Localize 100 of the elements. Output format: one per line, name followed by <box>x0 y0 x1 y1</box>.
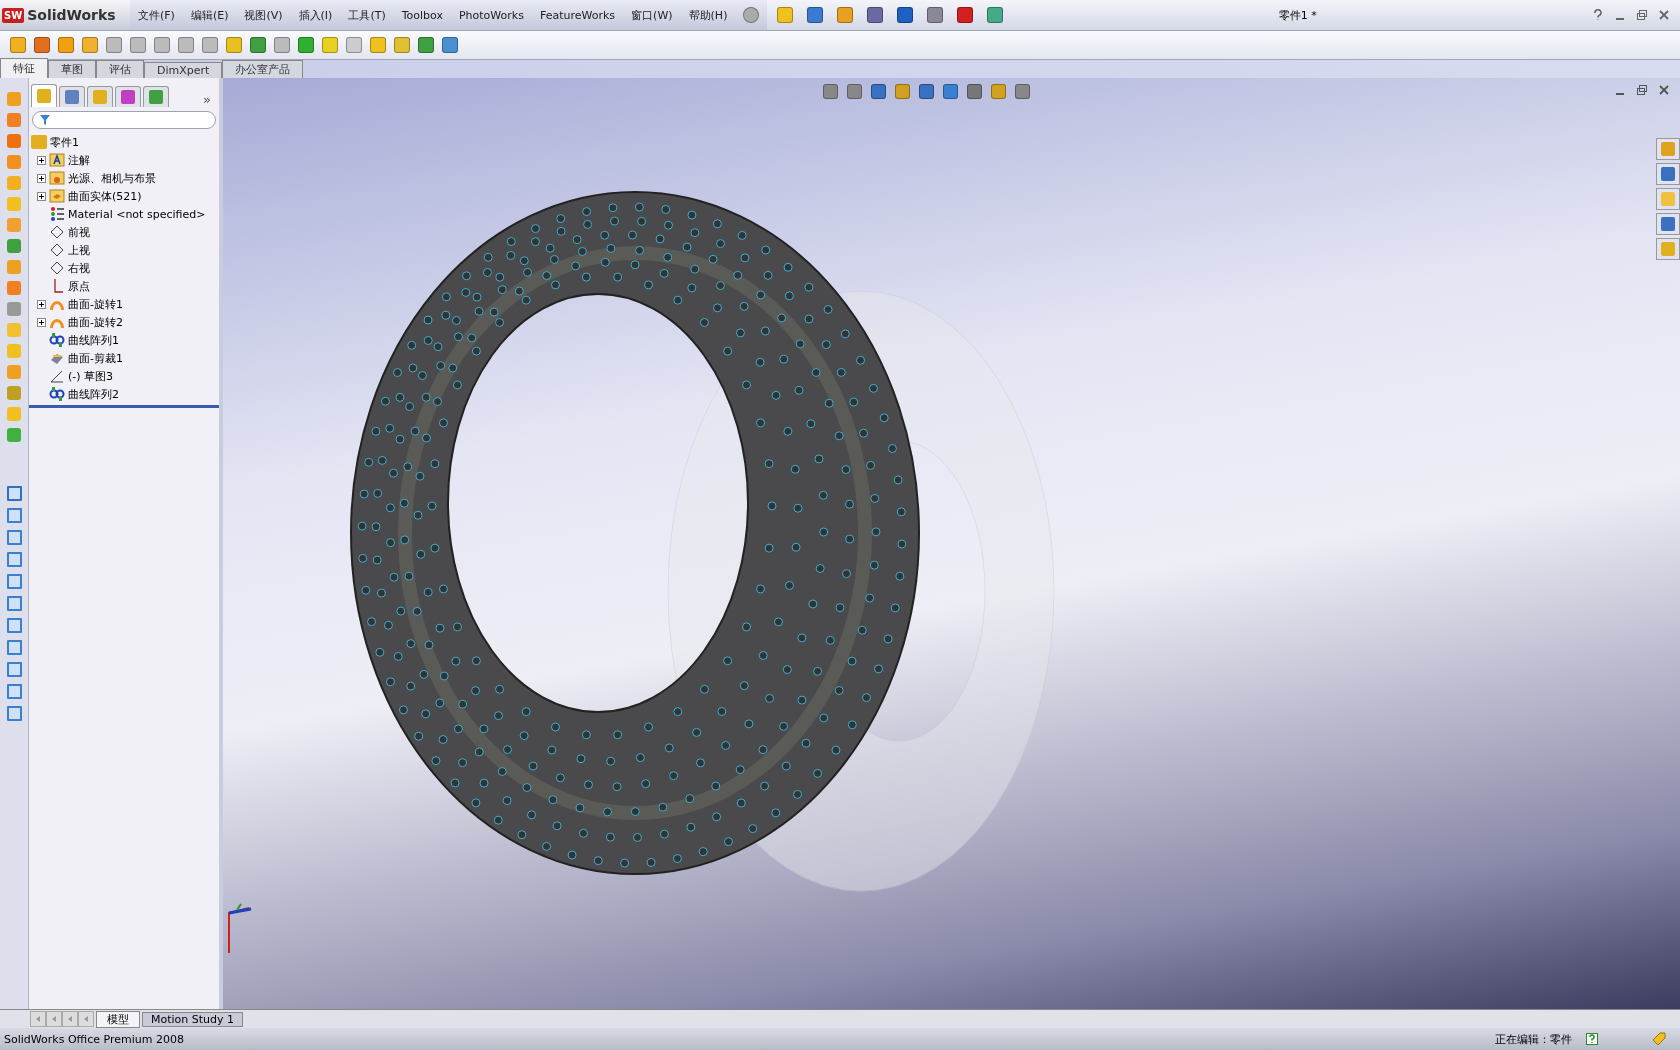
tree-item[interactable]: 上视 <box>68 242 90 258</box>
expand-toggle[interactable] <box>37 299 46 309</box>
tree-item[interactable]: 曲面-旋转1 <box>68 296 123 312</box>
model-tab[interactable]: Motion Study 1 <box>142 1011 244 1027</box>
tree-item[interactable]: 注解 <box>68 152 90 168</box>
cube-icon[interactable] <box>6 618 22 633</box>
restore-icon[interactable] <box>1636 9 1648 21</box>
toolbar-icon[interactable] <box>867 7 884 23</box>
cube-icon[interactable] <box>6 662 22 677</box>
expand-toggle[interactable] <box>37 173 46 183</box>
menu-item[interactable]: Toolbox <box>401 8 443 22</box>
task-pane-tab[interactable] <box>1656 138 1680 160</box>
cube-icon[interactable] <box>6 596 22 611</box>
cube-icon[interactable] <box>6 684 22 699</box>
tree-item[interactable]: 零件1 <box>50 134 79 150</box>
model-tab[interactable]: 模型 <box>96 1010 140 1028</box>
cube-icon[interactable] <box>6 486 22 501</box>
menu-item[interactable]: 帮助(H) <box>688 7 728 23</box>
tree-item[interactable]: 曲面-剪裁1 <box>68 350 123 366</box>
task-pane-tab[interactable] <box>1656 163 1680 185</box>
feature-tool-icon[interactable] <box>7 260 21 274</box>
tree-item[interactable]: 右视 <box>68 260 90 276</box>
view-tool-icon[interactable] <box>967 84 982 99</box>
toolbar-icon[interactable] <box>897 7 914 23</box>
command-tab[interactable]: 评估 <box>96 60 144 78</box>
task-pane-tab[interactable] <box>1656 188 1680 210</box>
cube-icon[interactable] <box>6 508 22 523</box>
toolbar-icon[interactable] <box>837 7 854 23</box>
command-tab[interactable]: 草图 <box>48 60 96 78</box>
menu-item[interactable]: 视图(V) <box>244 7 283 23</box>
view-tool-icon[interactable] <box>823 84 838 99</box>
command-tab[interactable]: DimXpert <box>144 62 223 78</box>
feature-tool-icon[interactable] <box>7 323 21 337</box>
tree-item[interactable]: Material <not specified> <box>68 207 206 221</box>
command-tab[interactable]: 特征 <box>0 58 48 78</box>
tree-item[interactable]: 前视 <box>68 224 90 240</box>
cube-icon[interactable] <box>6 706 22 721</box>
tree-item[interactable]: 曲线阵列2 <box>68 386 119 402</box>
toolbar-icon[interactable] <box>987 7 1004 23</box>
view-tool-icon[interactable] <box>943 84 958 99</box>
menu-item[interactable]: 文件(F) <box>138 7 175 23</box>
expand-button[interactable]: » <box>197 92 217 107</box>
feature-tool-icon[interactable] <box>7 239 21 253</box>
task-pane-tab[interactable] <box>1656 213 1680 235</box>
view-tool-icon[interactable] <box>919 84 934 99</box>
menu-item[interactable]: PhotoWorks <box>458 8 524 22</box>
feature-tool-icon[interactable] <box>7 407 21 421</box>
close-icon[interactable] <box>1658 9 1670 21</box>
pin-icon[interactable] <box>743 7 760 23</box>
help-icon[interactable] <box>1592 9 1604 21</box>
tag-icon[interactable] <box>1652 1032 1666 1046</box>
menu-item[interactable]: FeatureWorks <box>539 8 616 22</box>
expand-toggle[interactable] <box>37 155 46 165</box>
panel-tab[interactable] <box>59 86 85 107</box>
toolbar-icon[interactable] <box>957 7 974 23</box>
cube-icon[interactable] <box>6 574 22 589</box>
help-icon[interactable] <box>1586 1033 1598 1045</box>
feature-tool-icon[interactable] <box>7 176 21 190</box>
filter-field[interactable] <box>32 111 216 129</box>
view-tool-icon[interactable] <box>991 84 1006 99</box>
feature-tool-icon[interactable] <box>7 197 21 211</box>
expand-toggle[interactable] <box>37 191 46 201</box>
graphics-viewport[interactable] <box>223 78 1680 1009</box>
panel-tab[interactable] <box>143 86 169 107</box>
feature-tool-icon[interactable] <box>7 428 21 442</box>
task-pane-tab[interactable] <box>1656 238 1680 260</box>
close-icon[interactable] <box>1658 84 1670 96</box>
expand-toggle[interactable] <box>37 317 46 327</box>
tree-item[interactable]: 原点 <box>68 278 90 294</box>
view-tool-icon[interactable] <box>847 84 862 99</box>
toolbar-icon[interactable] <box>807 7 824 23</box>
panel-tab[interactable] <box>31 84 57 107</box>
feature-tool-icon[interactable] <box>7 386 21 400</box>
feature-tool-icon[interactable] <box>7 344 21 358</box>
feature-tool-icon[interactable] <box>7 92 21 106</box>
toolbar-icon[interactable] <box>927 7 944 23</box>
feature-tool-icon[interactable] <box>7 113 21 127</box>
view-tool-icon[interactable] <box>1015 84 1030 99</box>
tree-item[interactable]: 光源、相机与布景 <box>68 170 156 186</box>
feature-tool-icon[interactable] <box>7 134 21 148</box>
restore-icon[interactable] <box>1636 84 1648 96</box>
feature-tool-icon[interactable] <box>7 218 21 232</box>
view-tool-icon[interactable] <box>871 84 886 99</box>
menu-item[interactable]: 工具(T) <box>348 7 386 23</box>
panel-tab[interactable] <box>115 86 141 107</box>
tree-item[interactable]: 曲面-旋转2 <box>68 314 123 330</box>
tree-item[interactable]: 曲面实体(521) <box>68 188 142 204</box>
menu-item[interactable]: 编辑(E) <box>190 7 229 23</box>
feature-tool-icon[interactable] <box>7 155 21 169</box>
view-tool-icon[interactable] <box>895 84 910 99</box>
feature-tool-icon[interactable] <box>7 302 21 316</box>
command-tab[interactable]: 办公室产品 <box>222 60 304 78</box>
cube-icon[interactable] <box>6 640 22 655</box>
cube-icon[interactable] <box>6 530 22 545</box>
panel-tab[interactable] <box>87 86 113 107</box>
menu-item[interactable]: 插入(I) <box>298 7 333 23</box>
feature-tool-icon[interactable] <box>7 281 21 295</box>
menu-item[interactable]: 窗口(W) <box>631 7 673 23</box>
feature-tool-icon[interactable] <box>7 365 21 379</box>
cube-icon[interactable] <box>6 552 22 567</box>
